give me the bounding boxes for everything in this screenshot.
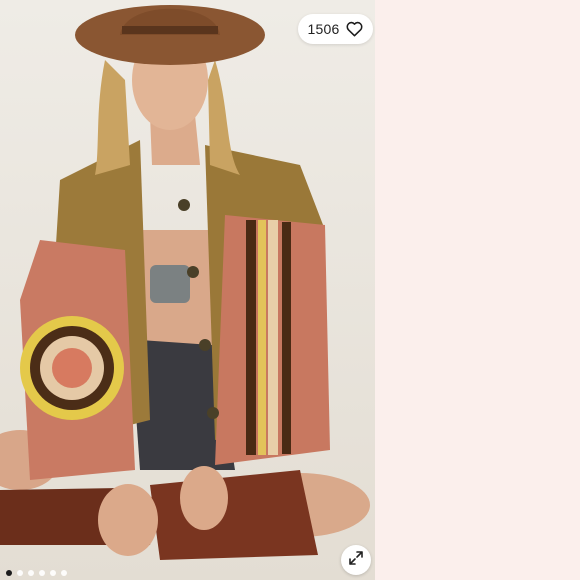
carousel-dot[interactable] <box>6 570 12 576</box>
carousel-dot[interactable] <box>39 570 45 576</box>
product-photo[interactable] <box>0 0 375 580</box>
heart-icon <box>346 21 363 38</box>
like-button[interactable]: 1506 <box>298 14 373 44</box>
carousel-dots <box>6 570 67 576</box>
expand-arrows-icon <box>348 550 364 571</box>
side-panel-background <box>375 0 580 580</box>
carousel-dot[interactable] <box>50 570 56 576</box>
product-photo-illustration <box>0 0 375 580</box>
carousel-dot[interactable] <box>28 570 34 576</box>
like-count: 1506 <box>307 21 340 37</box>
carousel-dot[interactable] <box>61 570 67 576</box>
expand-image-button[interactable] <box>341 545 371 575</box>
carousel-dot[interactable] <box>17 570 23 576</box>
